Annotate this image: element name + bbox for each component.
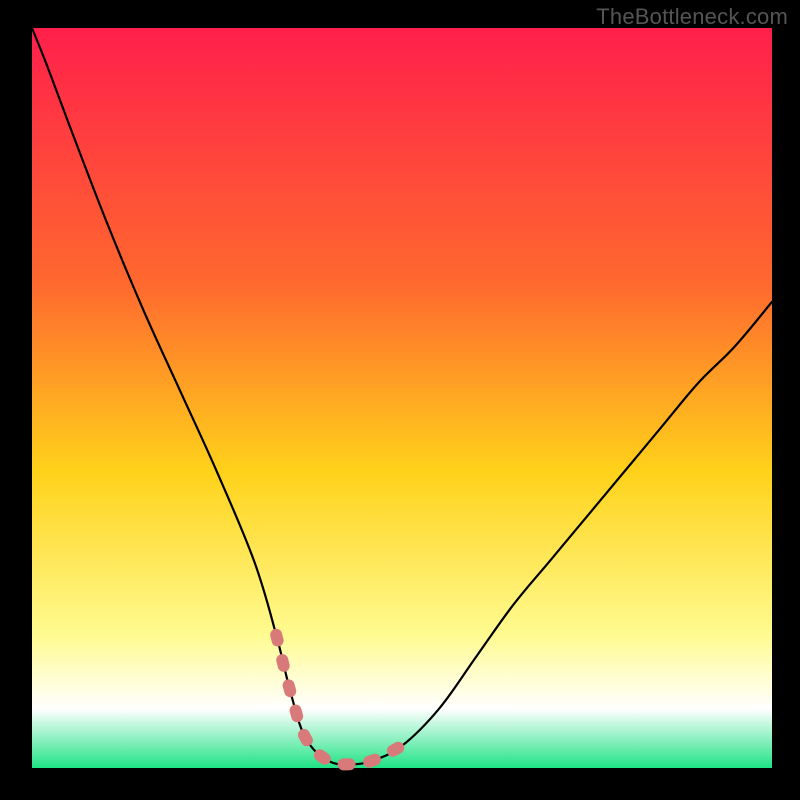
chart-root: TheBottleneck.com	[0, 0, 800, 800]
plot-background	[32, 28, 772, 768]
watermark-text: TheBottleneck.com	[596, 4, 788, 30]
bottleneck-chart	[0, 0, 800, 800]
